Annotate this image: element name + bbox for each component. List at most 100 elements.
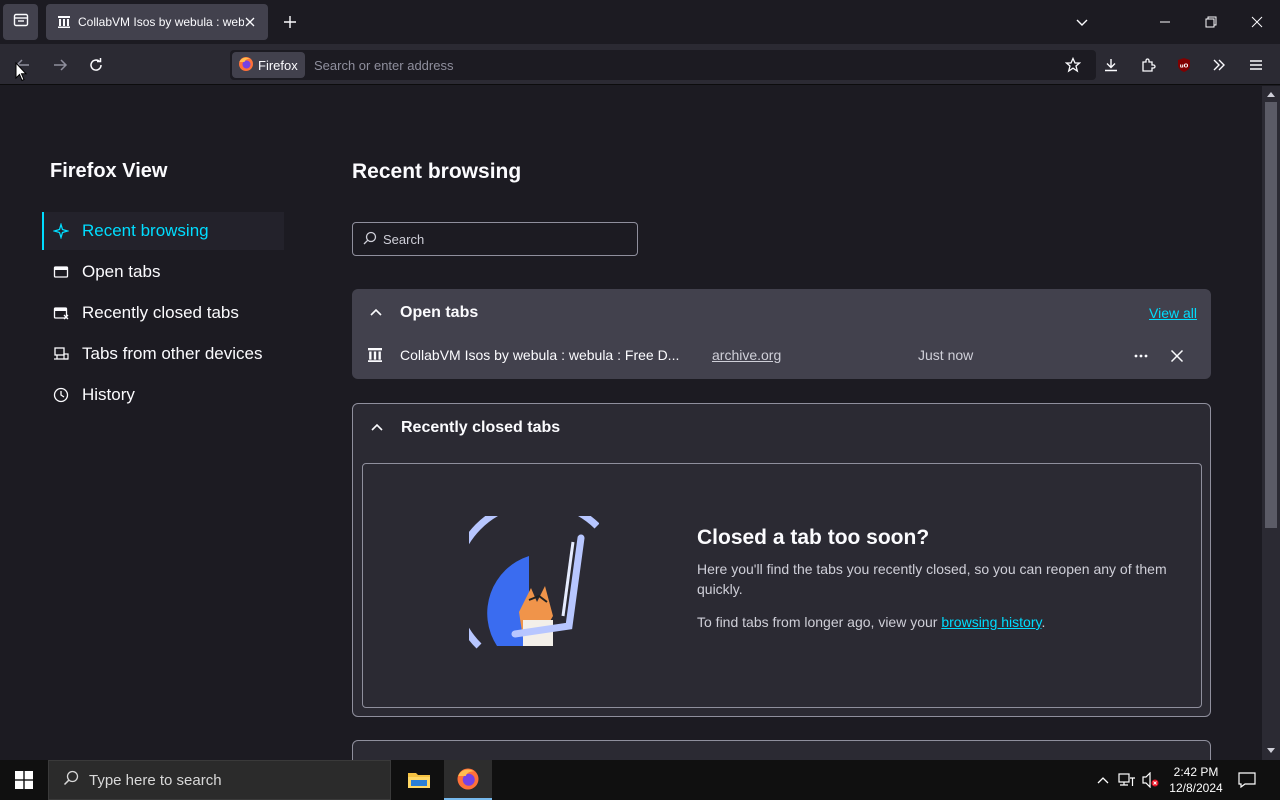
downloads-button[interactable] bbox=[1098, 52, 1124, 78]
close-icon bbox=[245, 17, 255, 27]
minimize-icon bbox=[1160, 21, 1170, 23]
network-tray-button[interactable] bbox=[1117, 770, 1137, 790]
chevron-down-icon bbox=[1076, 19, 1088, 26]
volume-tray-button[interactable] bbox=[1141, 770, 1161, 790]
extensions-button[interactable] bbox=[1135, 52, 1161, 78]
taskbar-search[interactable]: Type here to search bbox=[48, 760, 391, 800]
mouse-cursor-icon bbox=[15, 61, 28, 82]
network-icon bbox=[1118, 773, 1135, 786]
app-menu-button[interactable] bbox=[1243, 52, 1269, 78]
sidebar-item-label: Recently closed tabs bbox=[82, 303, 239, 322]
notifications-button[interactable] bbox=[1237, 770, 1257, 790]
hint-prefix: To find tabs from longer ago, view your bbox=[697, 614, 942, 630]
identity-label: Firefox bbox=[258, 57, 298, 73]
ublock-shield-icon: uO bbox=[1178, 58, 1190, 72]
url-input[interactable] bbox=[314, 50, 1014, 80]
empty-hint: To find tabs from longer ago, view your … bbox=[697, 614, 1045, 630]
notification-icon bbox=[1238, 772, 1256, 788]
sidebar-item-label: Tabs from other devices bbox=[82, 344, 263, 363]
puzzle-icon bbox=[1142, 58, 1156, 72]
scroll-thumb[interactable] bbox=[1265, 102, 1277, 528]
forward-button[interactable] bbox=[47, 52, 73, 78]
nav-toolbar: Firefox uO bbox=[0, 44, 1280, 85]
recently-closed-card: Recently closed tabs Closed a tab too so… bbox=[352, 403, 1211, 717]
download-icon bbox=[1105, 59, 1117, 72]
archive-favicon-icon bbox=[58, 13, 70, 32]
sidebar-item-recently-closed[interactable]: Recently closed tabs bbox=[42, 294, 284, 332]
scroll-down-icon[interactable] bbox=[1266, 746, 1276, 756]
firefox-logo-icon bbox=[457, 768, 479, 790]
plus-icon bbox=[284, 16, 296, 28]
closed-tab-illustration-icon bbox=[450, 498, 600, 650]
page-title: Recent browsing bbox=[352, 160, 522, 183]
tab-collabvm[interactable]: CollabVM Isos by webula : webula : Free … bbox=[46, 4, 268, 40]
open-tabs-card: Open tabs View all CollabVM Isos by webu… bbox=[352, 289, 1211, 379]
sidebar-item-open-tabs[interactable]: Open tabs bbox=[42, 253, 284, 291]
hint-suffix: . bbox=[1041, 614, 1046, 630]
chevron-up-icon[interactable] bbox=[366, 303, 386, 323]
search-icon bbox=[363, 230, 377, 249]
windows-logo-icon bbox=[15, 771, 33, 789]
double-chevron-right-icon bbox=[1213, 59, 1225, 71]
sidebar-item-label: Open tabs bbox=[82, 262, 161, 281]
arrow-right-icon bbox=[54, 59, 68, 71]
view-all-link[interactable]: View all bbox=[1149, 305, 1197, 321]
tray-overflow-button[interactable] bbox=[1093, 770, 1113, 790]
firefox-view-button[interactable] bbox=[3, 4, 38, 40]
empty-description: Here you'll find the tabs you recently c… bbox=[697, 561, 1167, 597]
bookmark-star-button[interactable] bbox=[1060, 52, 1086, 78]
restore-button[interactable] bbox=[1199, 10, 1223, 34]
close-icon bbox=[1251, 16, 1263, 28]
open-tab-domain[interactable]: archive.org bbox=[712, 347, 918, 363]
close-tab-button[interactable] bbox=[1166, 345, 1188, 367]
minimize-button[interactable] bbox=[1153, 10, 1177, 34]
empty-state: Closed a tab too soon? Here you'll find … bbox=[362, 463, 1202, 708]
search-icon bbox=[63, 770, 79, 790]
sync-devices-icon bbox=[52, 345, 70, 363]
open-tab-title: CollabVM Isos by webula : webula : Free … bbox=[400, 347, 680, 363]
reload-button[interactable] bbox=[83, 52, 109, 78]
list-all-tabs-button[interactable] bbox=[1070, 10, 1094, 34]
firefox-view-page: Firefox View Recent browsing Open tabs R… bbox=[0, 86, 1262, 760]
closed-tab-icon bbox=[52, 304, 70, 322]
clock-time: 2:42 PM bbox=[1173, 765, 1219, 779]
tab-title: CollabVM Isos by webula : webula : Free … bbox=[78, 15, 244, 29]
identity-box[interactable]: Firefox bbox=[232, 52, 305, 78]
scroll-up-icon[interactable] bbox=[1266, 89, 1276, 99]
taskbar-clock[interactable]: 2:42 PM 12/8/2024 bbox=[1164, 764, 1228, 796]
open-tabs-header[interactable]: Open tabs bbox=[366, 303, 478, 323]
tab-close-button[interactable] bbox=[242, 14, 258, 30]
search-input[interactable] bbox=[383, 231, 623, 247]
sparkle-icon bbox=[52, 222, 70, 240]
url-bar[interactable]: Firefox bbox=[230, 50, 1096, 80]
recently-closed-header[interactable]: Recently closed tabs bbox=[367, 418, 560, 438]
file-explorer-taskbar-button[interactable] bbox=[395, 760, 443, 800]
ublock-origin-button[interactable]: uO bbox=[1171, 52, 1197, 78]
open-tabs-heading: Open tabs bbox=[400, 304, 479, 321]
firefox-view-icon bbox=[13, 12, 29, 32]
sidebar-item-history[interactable]: History bbox=[42, 376, 284, 414]
ellipsis-icon bbox=[1134, 354, 1148, 358]
new-tab-button[interactable] bbox=[278, 10, 302, 34]
overflow-chevron-button[interactable] bbox=[1206, 52, 1232, 78]
empty-heading: Closed a tab too soon? bbox=[697, 526, 930, 549]
close-icon bbox=[1170, 349, 1184, 363]
open-tab-row[interactable]: CollabVM Isos by webula : webula : Free … bbox=[366, 343, 1198, 367]
firefox-taskbar-button[interactable] bbox=[444, 760, 492, 800]
browsing-history-link[interactable]: browsing history bbox=[941, 614, 1041, 630]
window-close-button[interactable] bbox=[1245, 10, 1269, 34]
restore-icon bbox=[1205, 16, 1217, 28]
chevron-up-icon[interactable] bbox=[367, 418, 387, 438]
page-scrollbar[interactable] bbox=[1262, 86, 1280, 760]
volume-muted-icon bbox=[1142, 772, 1159, 788]
taskbar-search-placeholder: Type here to search bbox=[89, 771, 222, 789]
start-button[interactable] bbox=[0, 760, 48, 800]
sidebar-item-label: Recent browsing bbox=[82, 221, 209, 240]
search-box[interactable] bbox=[352, 222, 638, 256]
tab-bar: CollabVM Isos by webula : webula : Free … bbox=[0, 0, 1280, 44]
more-options-button[interactable] bbox=[1130, 345, 1152, 367]
windows-taskbar: Type here to search 2:42 PM 12/8/2024 bbox=[0, 760, 1280, 800]
chevron-up-icon bbox=[1097, 777, 1109, 784]
sidebar-item-other-devices[interactable]: Tabs from other devices bbox=[42, 335, 284, 373]
sidebar-item-recent-browsing[interactable]: Recent browsing bbox=[42, 212, 284, 250]
